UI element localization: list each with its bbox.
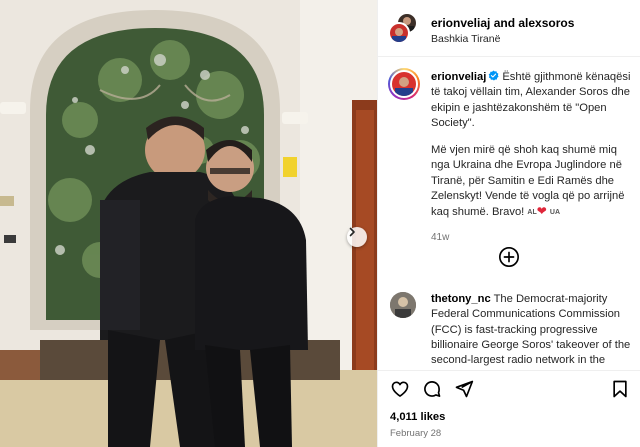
collab-avatars[interactable] (388, 12, 422, 46)
post-photo[interactable] (0, 0, 377, 447)
caption-paragraph-2: Më vjen mirë që shoh kaq shumë miq nga U… (431, 144, 625, 219)
comment-text-wrap: thetony_nc The Democrat-majority Federal… (431, 292, 633, 368)
flag-albania: AL (527, 209, 537, 217)
add-circle-icon[interactable] (498, 246, 520, 268)
post-location[interactable]: Bashkia Tiranë (431, 33, 500, 45)
post-date[interactable]: February 28 (390, 428, 441, 439)
avatar[interactable] (388, 22, 410, 44)
post-sidebar: erionveliaj and alexsoros Bashkia Tiranë… (377, 0, 640, 447)
share-icon[interactable] (454, 379, 474, 399)
verified-badge-icon (489, 70, 499, 81)
caption-paragraph-2-wrap: Më vjen mirë që shoh kaq shumë miq nga U… (431, 143, 631, 220)
author-avatar[interactable] (388, 68, 420, 100)
comments-area[interactable]: erionveliaj Është gjithmonë kënaqësi të t… (378, 58, 640, 370)
heart-emoji: ❤ (536, 204, 547, 219)
caption-username[interactable]: erionveliaj (431, 71, 486, 83)
post-age[interactable]: 41w (431, 230, 631, 245)
avatar-image (390, 292, 416, 318)
flag-ukraine: UA (549, 209, 561, 217)
like-count[interactable]: 4,011 likes (390, 411, 445, 423)
post-authors[interactable]: erionveliaj and alexsoros (431, 16, 574, 30)
heart-icon[interactable] (390, 379, 410, 399)
next-photo-button[interactable] (347, 227, 367, 247)
chevron-right-icon (349, 227, 355, 237)
action-bar: 4,011 likes February 28 (378, 370, 640, 447)
avatar-image (395, 77, 413, 96)
post-header: erionveliaj and alexsoros Bashkia Tiranë (378, 0, 640, 57)
comment-username[interactable]: thetony_nc (431, 293, 491, 305)
post-caption: erionveliaj Është gjithmonë kënaqësi të t… (431, 70, 631, 245)
photo-image (0, 0, 377, 447)
avatar[interactable] (390, 292, 416, 318)
bookmark-icon[interactable] (610, 379, 630, 399)
comment-icon[interactable] (422, 379, 442, 399)
avatar-image (392, 28, 406, 42)
